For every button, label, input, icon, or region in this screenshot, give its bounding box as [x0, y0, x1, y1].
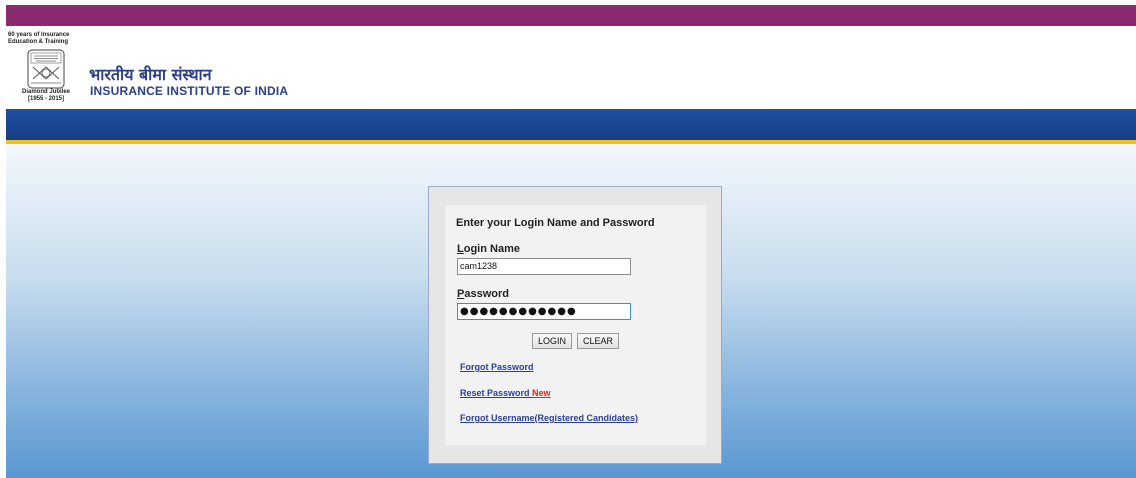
forgot-password-link[interactable]: Forgot Password: [460, 362, 534, 372]
jubilee-years: [1955 - 2015]: [27, 96, 65, 102]
site-header: 60 years of Insurance Education & Traini…: [6, 26, 1136, 109]
jubilee-title: Diamond Jubilee: [21, 89, 70, 95]
forgot-username-link[interactable]: Forgot Username(Registered Candidates): [460, 413, 638, 423]
institute-seal-icon: [27, 49, 65, 89]
clear-button[interactable]: CLEAR: [577, 333, 620, 349]
navigation-bar: [6, 109, 1136, 140]
login-button[interactable]: LOGIN: [532, 333, 573, 349]
login-form: Enter your Login Name and Password Login…: [445, 205, 706, 445]
login-name-input[interactable]: cam1238: [457, 258, 631, 275]
top-accent-strip: [6, 5, 1136, 26]
login-name-label: Login Name: [457, 243, 520, 255]
page: 60 years of Insurance Education & Traini…: [0, 0, 1136, 478]
login-name-accesskey: L: [457, 243, 464, 255]
main-content: Enter your Login Name and Password Login…: [6, 144, 1136, 478]
org-name-english: INSURANCE INSTITUTE OF INDIA: [90, 84, 289, 98]
reset-password-link[interactable]: Reset Password New: [460, 388, 551, 398]
password-input[interactable]: ●●●●●●●●●●●●: [457, 303, 631, 320]
password-label-text: assword: [464, 288, 509, 300]
password-label: Password: [457, 288, 509, 300]
new-badge: New: [532, 388, 551, 398]
login-name-label-text: ogin Name: [463, 243, 520, 255]
login-heading: Enter your Login Name and Password: [456, 217, 655, 229]
login-panel: Enter your Login Name and Password Login…: [428, 186, 722, 464]
reset-password-text: Reset Password: [460, 388, 530, 398]
diamond-jubilee-logo: 60 years of Insurance Education & Traini…: [6, 32, 86, 112]
org-name-hindi: भारतीय बीमा संस्थान: [89, 65, 212, 84]
jubilee-tagline: 60 years of Insurance Education & Traini…: [8, 32, 70, 45]
